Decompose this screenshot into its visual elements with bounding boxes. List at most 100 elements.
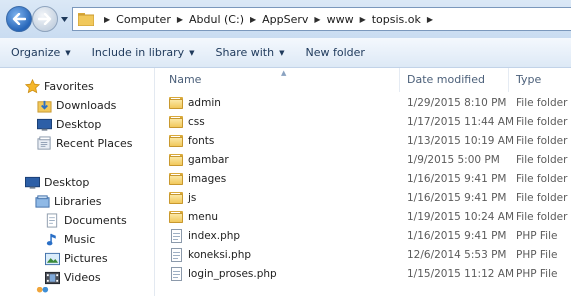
file-date-modified: 1/9/2015 5:00 PM <box>407 154 500 166</box>
breadcrumb-appserv[interactable]: AppServ <box>262 13 308 26</box>
nav-desktop-favorite[interactable]: Desktop <box>36 115 101 134</box>
breadcrumb-separator-icon[interactable]: ▶ <box>314 15 320 24</box>
file-date-modified: 1/19/2015 10:24 AM <box>407 211 515 223</box>
file-name[interactable]: js <box>188 192 196 204</box>
address-box[interactable]: ▶ Computer ▶ Abdul (C:) ▶ AppServ ▶ www … <box>72 7 571 31</box>
file-date-modified: 1/17/2015 11:44 AM <box>407 116 515 128</box>
folder-icon <box>168 133 184 149</box>
php-file-icon <box>168 266 184 282</box>
file-date-modified: 1/15/2015 11:12 AM <box>407 268 515 280</box>
arrow-right-icon <box>38 13 52 25</box>
column-divider[interactable] <box>399 68 400 92</box>
recent-pages-dropdown[interactable] <box>60 14 69 24</box>
file-type: File folder <box>516 211 568 223</box>
forward-button[interactable] <box>32 6 58 32</box>
nav-documents[interactable]: Documents <box>44 211 127 230</box>
file-row[interactable]: menu 1/19/2015 10:24 AM File folder <box>156 208 571 227</box>
address-bar-row: ▶ Computer ▶ Abdul (C:) ▶ AppServ ▶ www … <box>0 0 571 38</box>
nav-desktop-favorite-label: Desktop <box>56 118 102 131</box>
chevron-down-icon <box>61 16 68 22</box>
nav-libraries-label: Libraries <box>54 195 102 208</box>
nav-pictures[interactable]: Pictures <box>44 249 108 268</box>
downloads-icon <box>36 98 52 114</box>
file-name[interactable]: menu <box>188 211 218 223</box>
folder-icon <box>168 171 184 187</box>
file-type: PHP File <box>516 268 558 280</box>
file-name[interactable]: gambar <box>188 154 229 166</box>
nav-downloads[interactable]: Downloads <box>36 96 116 115</box>
column-divider[interactable] <box>508 68 509 92</box>
desktop-icon <box>24 175 40 191</box>
nav-favorites[interactable]: Favorites <box>24 77 94 96</box>
file-row[interactable]: gambar 1/9/2015 5:00 PM File folder <box>156 151 571 170</box>
breadcrumb-separator-icon[interactable]: ▶ <box>104 15 110 24</box>
videos-icon <box>44 270 60 286</box>
file-type: File folder <box>516 154 568 166</box>
star-icon <box>24 79 40 95</box>
nav-downloads-label: Downloads <box>56 99 117 112</box>
file-name[interactable]: css <box>188 116 205 128</box>
nav-music-label: Music <box>64 233 96 246</box>
nav-homegroup-partial[interactable] <box>34 287 54 296</box>
file-date-modified: 1/13/2015 10:19 AM <box>407 135 515 147</box>
column-header-name[interactable]: Name <box>169 68 201 92</box>
file-row[interactable]: js 1/16/2015 9:41 PM File folder <box>156 189 571 208</box>
file-name[interactable]: admin <box>188 97 221 109</box>
folder-icon <box>168 114 184 130</box>
breadcrumb-separator-icon[interactable]: ▶ <box>177 15 183 24</box>
file-row[interactable]: admin 1/29/2015 8:10 PM File folder <box>156 94 571 113</box>
file-date-modified: 1/29/2015 8:10 PM <box>407 97 507 109</box>
folder-icon <box>168 209 184 225</box>
desktop-icon <box>36 117 52 133</box>
nav-videos[interactable]: Videos <box>44 268 101 287</box>
file-row[interactable]: login_proses.php 1/15/2015 11:12 AM PHP Fi… <box>156 265 571 284</box>
file-name[interactable]: fonts <box>188 135 214 147</box>
file-type: File folder <box>516 135 568 147</box>
file-name[interactable]: koneksi.php <box>188 249 251 261</box>
nav-recent-places[interactable]: Recent Places <box>36 134 133 153</box>
file-date-modified: 1/16/2015 9:41 PM <box>407 173 507 185</box>
file-type: PHP File <box>516 230 558 242</box>
nav-recent-places-label: Recent Places <box>56 137 133 150</box>
file-row[interactable]: css 1/17/2015 11:44 AM File folder <box>156 113 571 132</box>
arrow-left-icon <box>12 13 26 25</box>
nav-music[interactable]: Music <box>44 230 95 249</box>
nav-libraries[interactable]: Libraries <box>34 192 102 211</box>
file-row[interactable]: koneksi.php 12/6/2014 5:53 PM PHP File <box>156 246 571 265</box>
file-type: File folder <box>516 192 568 204</box>
nav-documents-label: Documents <box>64 214 127 227</box>
organize-button[interactable]: Organize ▼ <box>11 46 71 59</box>
file-name[interactable]: index.php <box>188 230 240 242</box>
breadcrumb-computer[interactable]: Computer <box>116 13 171 26</box>
file-type: File folder <box>516 116 568 128</box>
back-button[interactable] <box>6 6 32 32</box>
recent-places-icon <box>36 136 52 152</box>
new-folder-button[interactable]: New folder <box>305 46 364 59</box>
breadcrumb-topsis[interactable]: topsis.ok <box>372 13 421 26</box>
column-header-type[interactable]: Type <box>516 68 541 92</box>
chevron-down-icon: ▼ <box>189 48 195 57</box>
folder-icon <box>168 95 184 111</box>
command-bar: Organize ▼ Include in library ▼ Share wi… <box>0 38 571 68</box>
nav-desktop-label: Desktop <box>44 176 90 189</box>
column-header-date-modified[interactable]: Date modified <box>407 68 485 92</box>
nav-desktop[interactable]: Desktop <box>24 173 89 192</box>
breadcrumb-separator-icon[interactable]: ▶ <box>250 15 256 24</box>
breadcrumb-separator-icon[interactable]: ▶ <box>360 15 366 24</box>
sort-ascending-icon: ▲ <box>281 69 287 77</box>
share-with-button[interactable]: Share with ▼ <box>216 46 285 59</box>
documents-icon <box>44 213 60 229</box>
breadcrumb-drive[interactable]: Abdul (C:) <box>189 13 244 26</box>
file-row[interactable]: images 1/16/2015 9:41 PM File folder <box>156 170 571 189</box>
new-folder-label: New folder <box>305 46 365 59</box>
navigation-pane: Favorites Downloads Desktop Recent Place… <box>0 68 155 296</box>
file-name[interactable]: images <box>188 173 226 185</box>
breadcrumb-www[interactable]: www <box>327 13 354 26</box>
file-type: PHP File <box>516 249 558 261</box>
include-in-library-button[interactable]: Include in library ▼ <box>92 46 195 59</box>
folder-icon <box>168 152 184 168</box>
file-row[interactable]: fonts 1/13/2015 10:19 AM File folder <box>156 132 571 151</box>
file-name[interactable]: login_proses.php <box>188 268 277 280</box>
breadcrumb-separator-icon[interactable]: ▶ <box>427 15 433 24</box>
file-row[interactable]: index.php 1/16/2015 9:41 PM PHP File <box>156 227 571 246</box>
